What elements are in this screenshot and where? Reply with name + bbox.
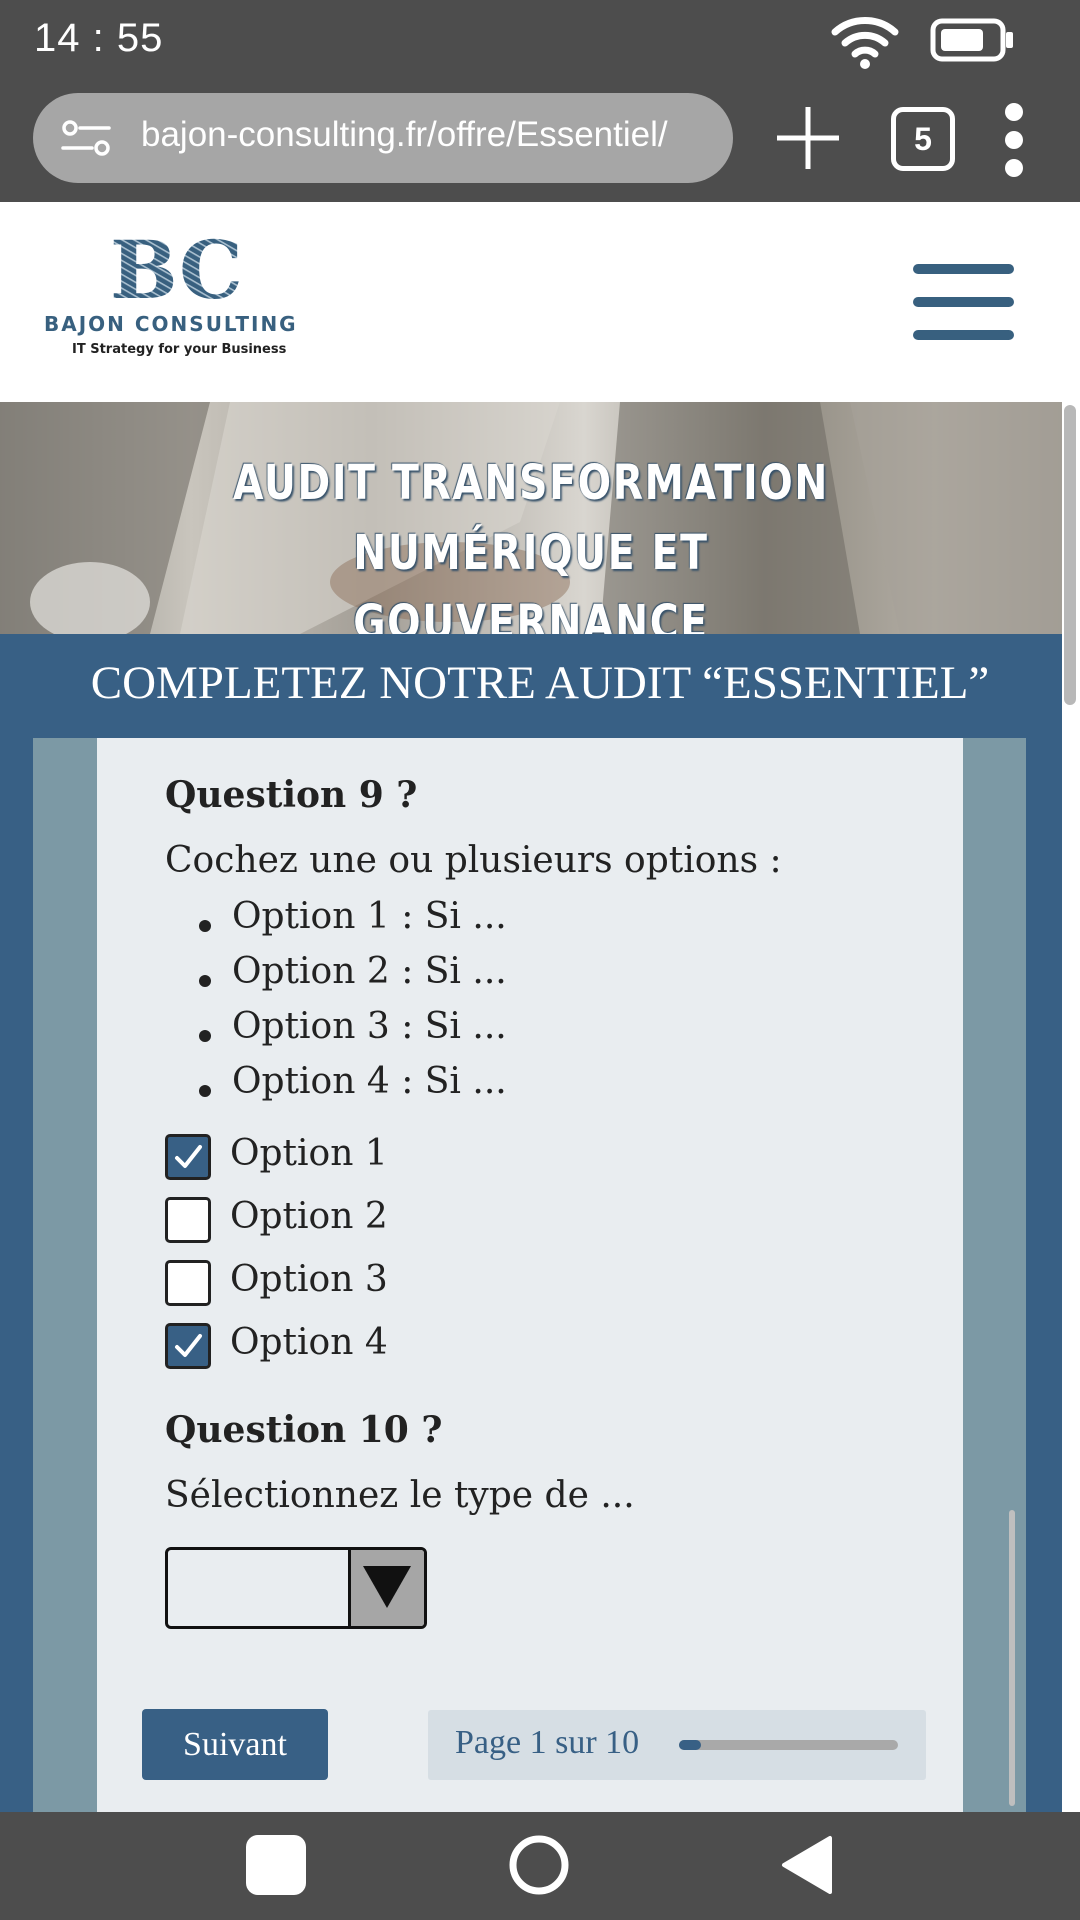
option-1-label[interactable]: Option 1 <box>230 1133 388 1174</box>
progress-bar-track <box>679 1740 898 1750</box>
more-options-icon[interactable] <box>1000 102 1028 178</box>
audit-form: Question 9 ? Cochez une ou plusieurs opt… <box>97 738 963 1812</box>
option-2-checkbox[interactable] <box>165 1197 211 1243</box>
option-2-row[interactable]: Option 2 <box>165 1194 565 1244</box>
type-select[interactable] <box>165 1547 427 1629</box>
page-progress: Page 1 sur 10 <box>428 1710 926 1780</box>
option-4-label[interactable]: Option 4 <box>230 1322 388 1363</box>
section-title: COMPLETEZ NOTRE AUDIT “ESSENTIEL” <box>90 657 990 709</box>
progress-text: Page 1 sur 10 <box>455 1724 640 1761</box>
url-text: bajon-consulting.fr/offre/Essentiel/ <box>141 115 668 154</box>
form-scrollbar-thumb[interactable] <box>1009 1510 1015 1806</box>
option-3-row[interactable]: Option 3 <box>165 1257 565 1307</box>
question-9-prompt: Cochez une ou plusieurs options : <box>165 840 782 881</box>
home-icon[interactable] <box>508 1834 570 1896</box>
tab-switcher-button[interactable]: 5 <box>891 107 955 171</box>
dropdown-arrow-icon[interactable] <box>348 1550 424 1626</box>
back-icon[interactable] <box>778 1834 834 1896</box>
option-1-checkbox[interactable] <box>165 1134 211 1180</box>
status-time: 14 : 55 <box>34 16 164 60</box>
status-bar: 14 : 55 <box>0 0 1080 82</box>
battery-icon <box>930 18 1013 62</box>
list-item: Option 2 : Si ... <box>165 951 665 1006</box>
logo-tagline: IT Strategy for your Business <box>72 342 287 357</box>
site-logo[interactable]: BC BAJON CONSULTING IT Strategy for your… <box>38 232 318 372</box>
hero-banner: AUDIT TRANSFORMATION NUMÉRIQUE ET GOUVER… <box>0 402 1062 634</box>
list-item: Option 1 : Si ... <box>165 896 665 951</box>
question-10-prompt: Sélectionnez le type de ... <box>165 1475 635 1516</box>
option-3-checkbox[interactable] <box>165 1260 211 1306</box>
site-header: BC BAJON CONSULTING IT Strategy for your… <box>0 202 1080 402</box>
option-4-checkbox[interactable] <box>165 1323 211 1369</box>
recents-icon[interactable] <box>246 1835 306 1895</box>
list-item: Option 4 : Si ... <box>165 1061 665 1116</box>
menu-icon[interactable] <box>913 264 1014 340</box>
site-settings-icon[interactable] <box>61 119 111 157</box>
new-tab-icon[interactable] <box>773 103 843 173</box>
option-4-row[interactable]: Option 4 <box>165 1320 565 1370</box>
option-2-label[interactable]: Option 2 <box>230 1196 388 1237</box>
logo-monogram: BC <box>110 232 240 310</box>
system-nav-bar <box>0 1812 1080 1920</box>
question-9-title: Question 9 ? <box>165 774 418 816</box>
option-1-row[interactable]: Option 1 <box>165 1131 565 1181</box>
question-10-title: Question 10 ? <box>165 1409 443 1451</box>
checkmark-icon <box>175 1145 202 1168</box>
svg-text:BC: BC <box>110 232 240 310</box>
logo-name: BAJON CONSULTING <box>44 312 298 336</box>
checkmark-icon <box>175 1334 202 1357</box>
form-frame: Question 9 ? Cochez une ou plusieurs opt… <box>33 738 1026 1812</box>
hero-title: AUDIT TRANSFORMATION NUMÉRIQUE ET GOUVER… <box>233 455 829 634</box>
browser-toolbar: bajon-consulting.fr/offre/Essentiel/ 5 <box>0 82 1080 202</box>
wifi-icon <box>831 17 899 69</box>
address-bar[interactable]: bajon-consulting.fr/offre/Essentiel/ <box>33 93 733 183</box>
progress-bar-fill <box>679 1740 701 1750</box>
list-item: Option 3 : Si ... <box>165 1006 665 1061</box>
audit-section: COMPLETEZ NOTRE AUDIT “ESSENTIEL” Questi… <box>0 634 1062 1812</box>
next-button[interactable]: Suivant <box>142 1709 328 1780</box>
option-3-label[interactable]: Option 3 <box>230 1259 388 1300</box>
